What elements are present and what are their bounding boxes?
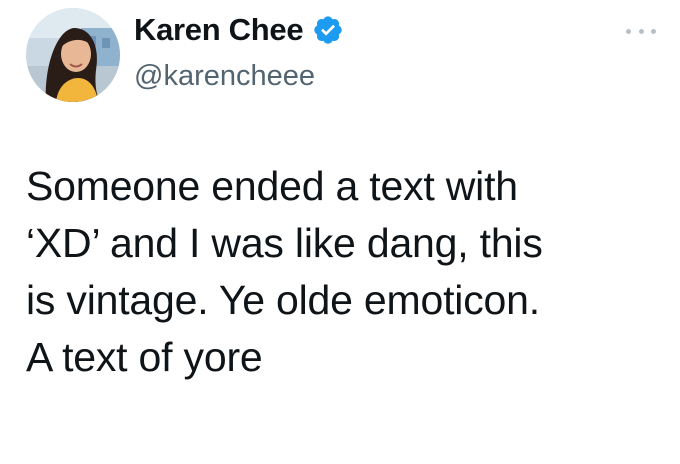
- more-dot: [651, 28, 656, 34]
- tweet-text-line: Someone ended a text with: [26, 163, 518, 209]
- more-dot: [638, 28, 644, 34]
- author-name-row[interactable]: Karen Chee: [134, 10, 344, 50]
- tweet-text-line: is vintage. Ye olde emoticon.: [26, 277, 540, 323]
- avatar-photo: [26, 8, 120, 102]
- author-display-name[interactable]: Karen Chee: [134, 12, 304, 48]
- author-handle[interactable]: @karencheee: [134, 60, 315, 93]
- more-dot: [626, 28, 631, 34]
- tweet-text-line: A text of yore: [26, 334, 263, 380]
- verified-badge-icon: [314, 16, 342, 44]
- tweet-text-line: ‘XD’ and I was like dang, this: [26, 220, 543, 266]
- more-dots-icon[interactable]: [626, 25, 656, 37]
- tweet-text: Someone ended a text with ‘XD’ and I was…: [26, 158, 666, 386]
- avatar[interactable]: [26, 8, 120, 102]
